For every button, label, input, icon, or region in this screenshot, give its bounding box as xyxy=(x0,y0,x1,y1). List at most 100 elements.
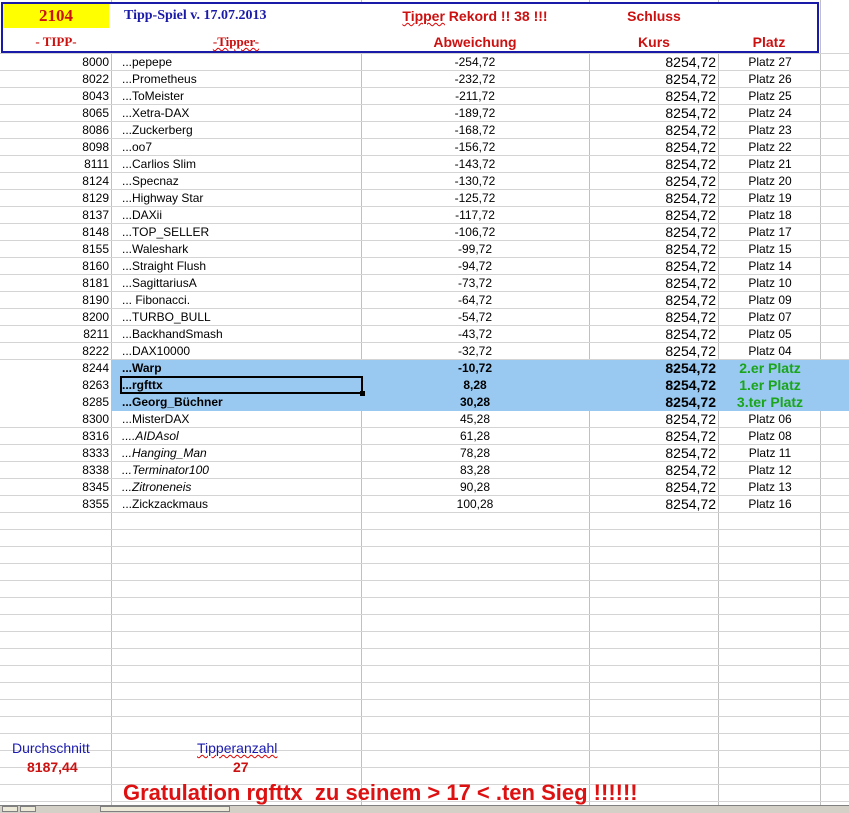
close-price-cell[interactable]: 8254,72 xyxy=(590,360,716,377)
close-price-cell[interactable]: 8254,72 xyxy=(590,377,716,394)
rank-cell[interactable]: Platz 27 xyxy=(720,54,820,71)
close-price-cell[interactable]: 8254,72 xyxy=(590,292,716,309)
deviation-cell[interactable]: 90,28 xyxy=(363,479,587,496)
deviation-cell[interactable]: -64,72 xyxy=(363,292,587,309)
rank-cell[interactable]: Platz 25 xyxy=(720,88,820,105)
tipper-name-cell[interactable]: ...Specnaz xyxy=(122,173,360,190)
close-price-cell[interactable]: 8254,72 xyxy=(590,462,716,479)
tipper-name-cell[interactable]: ...Highway Star xyxy=(122,190,360,207)
tipper-name-cell[interactable]: ...Zickzackmaus xyxy=(122,496,360,513)
tab-nav-first-button[interactable] xyxy=(2,806,18,812)
tipper-name-cell[interactable]: ...Warp xyxy=(122,360,360,377)
tipp-cell[interactable]: 8316 xyxy=(0,428,109,445)
tipper-name-cell[interactable]: ...Prometheus xyxy=(122,71,360,88)
tipper-name-cell[interactable]: ...Terminator100 xyxy=(122,462,360,479)
deviation-cell[interactable]: -211,72 xyxy=(363,88,587,105)
rank-cell[interactable]: Platz 13 xyxy=(720,479,820,496)
rank-cell[interactable]: Platz 17 xyxy=(720,224,820,241)
rank-cell[interactable]: 3.ter Platz xyxy=(720,394,820,411)
tipp-cell[interactable]: 8043 xyxy=(0,88,109,105)
tipper-name-cell[interactable]: ....AIDAsol xyxy=(122,428,360,445)
tipper-name-cell[interactable]: ...SagittariusA xyxy=(122,275,360,292)
tipp-cell[interactable]: 8222 xyxy=(0,343,109,360)
tipper-name-cell[interactable]: ...oo7 xyxy=(122,139,360,156)
close-price-cell[interactable]: 8254,72 xyxy=(590,207,716,224)
deviation-cell[interactable]: 78,28 xyxy=(363,445,587,462)
tipp-cell[interactable]: 8111 xyxy=(0,156,109,173)
deviation-cell[interactable]: -54,72 xyxy=(363,309,587,326)
close-price-cell[interactable]: 8254,72 xyxy=(590,105,716,122)
deviation-cell[interactable]: -143,72 xyxy=(363,156,587,173)
close-price-cell[interactable]: 8254,72 xyxy=(590,156,716,173)
rank-cell[interactable]: Platz 24 xyxy=(720,105,820,122)
tipper-name-cell[interactable]: ...DAX10000 xyxy=(122,343,360,360)
deviation-cell[interactable]: -254,72 xyxy=(363,54,587,71)
tipper-name-cell[interactable]: ...Straight Flush xyxy=(122,258,360,275)
close-price-cell[interactable]: 8254,72 xyxy=(590,343,716,360)
close-price-cell[interactable]: 8254,72 xyxy=(590,139,716,156)
deviation-cell[interactable]: -168,72 xyxy=(363,122,587,139)
fill-handle[interactable] xyxy=(360,391,365,396)
tipp-cell[interactable]: 8137 xyxy=(0,207,109,224)
rank-cell[interactable]: Platz 07 xyxy=(720,309,820,326)
deviation-cell[interactable]: -189,72 xyxy=(363,105,587,122)
tipp-cell[interactable]: 8000 xyxy=(0,54,109,71)
rank-cell[interactable]: Platz 21 xyxy=(720,156,820,173)
close-price-cell[interactable]: 8254,72 xyxy=(590,88,716,105)
rank-cell[interactable]: 2.er Platz xyxy=(720,360,820,377)
close-price-cell[interactable]: 8254,72 xyxy=(590,275,716,292)
close-price-cell[interactable]: 8254,72 xyxy=(590,241,716,258)
rank-cell[interactable]: Platz 23 xyxy=(720,122,820,139)
tipp-cell[interactable]: 8200 xyxy=(0,309,109,326)
rank-cell[interactable]: 1.er Platz xyxy=(720,377,820,394)
tipper-name-cell[interactable]: ...Carlios Slim xyxy=(122,156,360,173)
tipp-cell[interactable]: 8300 xyxy=(0,411,109,428)
tipp-cell[interactable]: 8086 xyxy=(0,122,109,139)
tipp-cell[interactable]: 8211 xyxy=(0,326,109,343)
tipper-name-cell[interactable]: ...Zitroneneis xyxy=(122,479,360,496)
rank-cell[interactable]: Platz 22 xyxy=(720,139,820,156)
deviation-cell[interactable]: -94,72 xyxy=(363,258,587,275)
tipper-name-cell[interactable]: ...TURBO_BULL xyxy=(122,309,360,326)
rank-cell[interactable]: Platz 06 xyxy=(720,411,820,428)
rank-cell[interactable]: Platz 16 xyxy=(720,496,820,513)
deviation-cell[interactable]: -125,72 xyxy=(363,190,587,207)
deviation-cell[interactable]: -43,72 xyxy=(363,326,587,343)
deviation-cell[interactable]: 83,28 xyxy=(363,462,587,479)
tipp-cell[interactable]: 8333 xyxy=(0,445,109,462)
tipper-name-cell[interactable]: ...Hanging_Man xyxy=(122,445,360,462)
close-price-cell[interactable]: 8254,72 xyxy=(590,122,716,139)
tipp-cell[interactable]: 8022 xyxy=(0,71,109,88)
sheet-tab[interactable] xyxy=(100,806,230,812)
tipp-cell[interactable]: 8129 xyxy=(0,190,109,207)
rank-cell[interactable]: Platz 09 xyxy=(720,292,820,309)
deviation-cell[interactable]: 30,28 xyxy=(363,394,587,411)
tipper-name-cell[interactable]: ... Fibonacci. xyxy=(122,292,360,309)
tipper-name-cell[interactable]: ...Waleshark xyxy=(122,241,360,258)
close-price-cell[interactable]: 8254,72 xyxy=(590,479,716,496)
rank-cell[interactable]: Platz 04 xyxy=(720,343,820,360)
deviation-cell[interactable]: 100,28 xyxy=(363,496,587,513)
rank-cell[interactable]: Platz 19 xyxy=(720,190,820,207)
deviation-cell[interactable]: -232,72 xyxy=(363,71,587,88)
deviation-cell[interactable]: 8,28 xyxy=(363,377,587,394)
tipp-cell[interactable]: 8338 xyxy=(0,462,109,479)
tipp-cell[interactable]: 8285 xyxy=(0,394,109,411)
tab-nav-prev-button[interactable] xyxy=(20,806,36,812)
close-price-cell[interactable]: 8254,72 xyxy=(590,309,716,326)
tipp-cell[interactable]: 8181 xyxy=(0,275,109,292)
deviation-cell[interactable]: -130,72 xyxy=(363,173,587,190)
close-price-cell[interactable]: 8254,72 xyxy=(590,428,716,445)
close-price-cell[interactable]: 8254,72 xyxy=(590,411,716,428)
tipp-cell[interactable]: 8190 xyxy=(0,292,109,309)
deviation-cell[interactable]: -10,72 xyxy=(363,360,587,377)
selected-cell[interactable] xyxy=(120,376,363,394)
deviation-cell[interactable]: -73,72 xyxy=(363,275,587,292)
tipp-cell[interactable]: 8355 xyxy=(0,496,109,513)
deviation-cell[interactable]: 45,28 xyxy=(363,411,587,428)
rank-cell[interactable]: Platz 10 xyxy=(720,275,820,292)
tipp-cell[interactable]: 8244 xyxy=(0,360,109,377)
close-price-cell[interactable]: 8254,72 xyxy=(590,54,716,71)
tipp-cell[interactable]: 8345 xyxy=(0,479,109,496)
close-price-cell[interactable]: 8254,72 xyxy=(590,71,716,88)
